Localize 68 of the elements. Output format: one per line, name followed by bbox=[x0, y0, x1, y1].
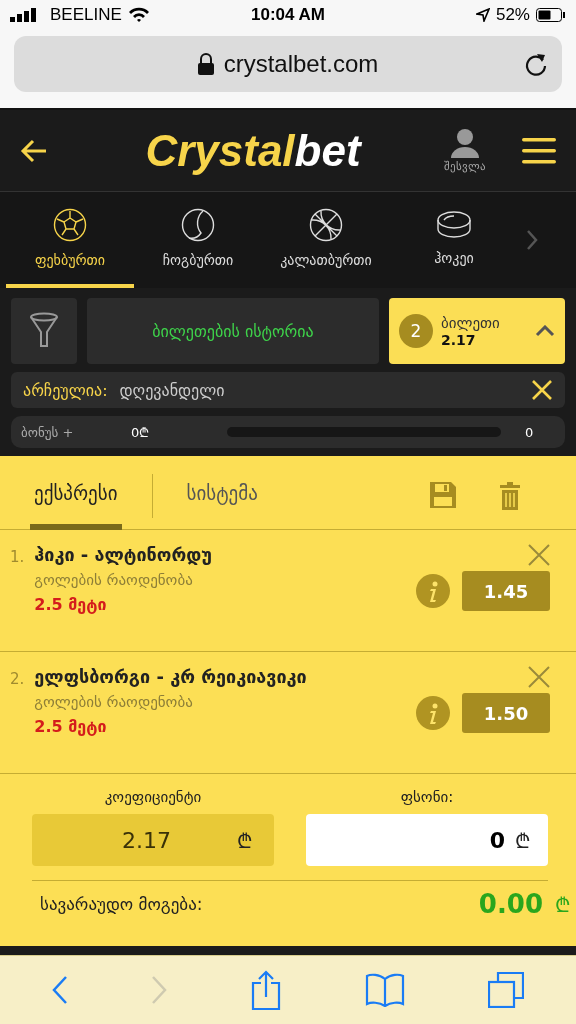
bet-number: 1. bbox=[10, 547, 25, 568]
sport-tab[interactable]: ჩოგბურთი bbox=[134, 192, 262, 288]
basketball-icon bbox=[309, 208, 343, 242]
bet-number: 2. bbox=[10, 669, 25, 690]
funnel-icon bbox=[29, 312, 59, 350]
user-icon bbox=[450, 128, 480, 158]
stake-label: ფსონი: bbox=[399, 788, 455, 806]
filter-value: დღევანდელი bbox=[119, 380, 226, 400]
football-icon bbox=[53, 208, 87, 242]
close-icon[interactable] bbox=[531, 379, 553, 401]
reload-icon[interactable] bbox=[524, 51, 548, 77]
currency-sign: ₾ bbox=[237, 827, 252, 854]
info-icon[interactable] bbox=[416, 696, 450, 730]
logo-text: Crystal bbox=[145, 125, 295, 176]
logo-text: bet bbox=[294, 125, 361, 176]
ticket-label: ბილეთი bbox=[441, 314, 500, 332]
back-arrow-icon[interactable] bbox=[20, 138, 48, 163]
currency-sign: ₾ bbox=[515, 827, 530, 854]
winnings-value: 0.00 bbox=[478, 889, 543, 919]
currency-sign: ₾ bbox=[555, 891, 570, 918]
close-icon bbox=[528, 666, 550, 688]
bet-pick: 2.5 მეტი bbox=[34, 717, 108, 736]
lock-icon bbox=[197, 53, 214, 75]
menu-icon[interactable] bbox=[522, 137, 556, 164]
trash-icon[interactable] bbox=[500, 481, 520, 510]
sport-tab[interactable]: ჰოკეი bbox=[390, 192, 518, 288]
ticket-odds: 2.17 bbox=[441, 332, 476, 348]
url-text: crystalbet.com bbox=[223, 50, 379, 78]
stake-value: 0 bbox=[488, 827, 505, 853]
ticket-button[interactable]: 2 ბილეთი 2.17 bbox=[389, 298, 565, 364]
save-icon[interactable] bbox=[430, 481, 456, 508]
odds-total: 2.17 bbox=[122, 827, 171, 853]
battery-percent: 52% bbox=[495, 5, 530, 25]
bet-title: ელფსბორგი - კრ რეიკიავიკი bbox=[34, 666, 308, 687]
back-icon[interactable] bbox=[51, 975, 68, 1005]
tennis-ball-icon bbox=[181, 208, 215, 242]
bet-market: გოლების რაოდენობა bbox=[34, 693, 194, 711]
close-icon bbox=[528, 544, 550, 566]
bonus-label: ბონუს + bbox=[21, 424, 75, 440]
chevron-right-icon[interactable] bbox=[526, 229, 538, 251]
carrier-name: BEELINE bbox=[50, 5, 122, 25]
sport-tab[interactable]: კალათბურთი bbox=[262, 192, 390, 288]
wifi-icon bbox=[127, 7, 150, 23]
bet-title: ჰიკი - ალტინორდუ bbox=[34, 544, 213, 565]
login-button[interactable]: შესვლა bbox=[438, 127, 492, 174]
bet-type-tab[interactable]: ექსპრესი bbox=[30, 461, 122, 530]
battery-icon bbox=[536, 8, 566, 22]
bet-type-tab[interactable]: სისტემა bbox=[182, 461, 262, 530]
status-time: 10:04 AM bbox=[251, 5, 325, 25]
hockey-puck-icon bbox=[436, 210, 472, 240]
bet-pick: 2.5 მეტი bbox=[34, 595, 108, 614]
tabs-icon[interactable] bbox=[488, 972, 525, 1008]
book-icon[interactable] bbox=[364, 973, 405, 1007]
location-icon bbox=[475, 8, 490, 22]
address-bar[interactable]: crystalbet.com bbox=[14, 36, 562, 92]
bet-market: გოლების რაოდენობა bbox=[34, 571, 194, 589]
filter-label: არჩეულია: bbox=[23, 380, 108, 400]
stake-field[interactable]: 0 ₾ bbox=[306, 814, 548, 866]
chevron-up-icon[interactable] bbox=[535, 325, 555, 337]
ticket-count: 2 bbox=[399, 314, 433, 348]
info-icon[interactable] bbox=[416, 574, 450, 608]
odds-label: კოეფიციენტი bbox=[103, 788, 203, 806]
winnings-label: სავარაუდო მოგება: bbox=[40, 894, 204, 914]
filter-button[interactable] bbox=[11, 298, 77, 364]
bonus-amount: 0₾ bbox=[131, 424, 151, 441]
ticket-history-button[interactable]: ბილეთების ისტორია bbox=[87, 298, 379, 364]
bonus-value: 0 bbox=[525, 424, 535, 440]
share-icon[interactable] bbox=[251, 970, 281, 1010]
